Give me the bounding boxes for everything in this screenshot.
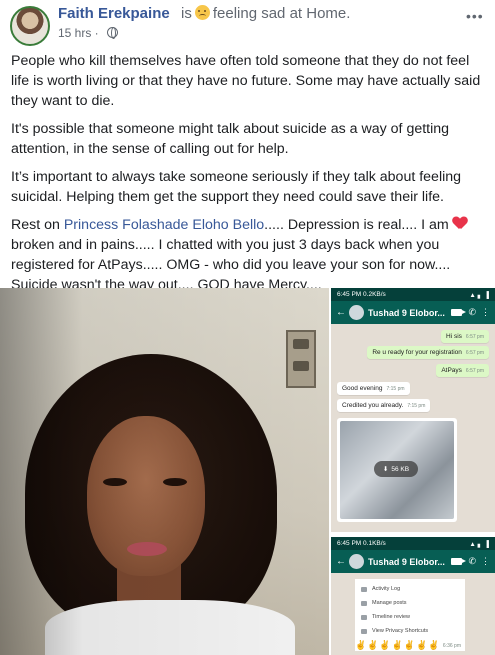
status-bar: 6:45 PM 0.2KB/s ▲ ▖ ▐ [331, 288, 495, 301]
author-name[interactable]: Faith Erekpaine [58, 5, 170, 22]
status-data: 0.2KB/s [363, 291, 386, 298]
chat-message: Credited you already. 7:15 pm [337, 399, 431, 412]
menu-item-icon [361, 628, 367, 634]
feeling-prefix: is [181, 5, 192, 22]
closing-text: Rest on [11, 217, 64, 233]
contact-name: Tushad 9 Elobor... [368, 307, 445, 318]
chat-area: Hi sis 6:57 pm Re u ready for your regist… [331, 324, 495, 532]
chat-screenshot[interactable]: 6:45 PM 0.2KB/s ▲ ▖ ▐ ← Tushad 9 Elobor.… [331, 288, 495, 532]
message-time: 6:36 pm [442, 643, 461, 649]
status-data: 0.1KB/s [363, 540, 386, 547]
download-button: ⬇ 56 KB [374, 461, 418, 477]
photo-shadow [0, 288, 329, 655]
post-photo[interactable] [0, 288, 329, 655]
status-icons: ▲ ▖ ▐ [469, 292, 489, 299]
globe-icon[interactable] [107, 27, 118, 39]
feeling-text: feeling sad at Home. [212, 5, 351, 22]
author-avatar[interactable] [10, 6, 50, 46]
closing-text: broken and in pains..... I chatted with … [11, 237, 451, 293]
emoji-message: ✌✌✌✌✌✌✌ [355, 640, 441, 650]
chat-message: Good evening 7:15 pm [337, 382, 410, 395]
status-bar: 6:45 PM 0.1KB/s ▲ ▖ ▐ [331, 537, 495, 550]
video-call-icon [451, 558, 467, 565]
phone-call-icon: ✆ [468, 556, 476, 566]
menu-item-icon [361, 600, 367, 606]
status-time: 6:45 PM [337, 291, 362, 298]
chat-message: Hi sis 6:57 pm [441, 330, 489, 343]
post-timestamp[interactable]: 15 hrs · [58, 26, 99, 40]
menu-row: Activity Log [361, 582, 459, 596]
blurred-image: ⬇ 56 KB [340, 421, 454, 519]
sad-face-icon [194, 5, 210, 20]
feeling-activity: is feeling sad at Home. [181, 5, 350, 22]
contact-avatar [349, 305, 364, 320]
status-time: 6:45 PM [337, 540, 362, 547]
download-icon: ⬇ [382, 466, 389, 473]
post-body: People who kill themselves have often to… [11, 51, 489, 303]
post-paragraph: People who kill themselves have often to… [11, 53, 481, 109]
status-icons: ▲ ▖ ▐ [469, 541, 489, 548]
post-paragraph: It’s important to always take someone se… [11, 169, 462, 205]
chat-message: Re u ready for your registration 6:57 pm [367, 346, 489, 359]
phone-call-icon: ✆ [468, 307, 476, 317]
chat-screenshot[interactable]: 6:45 PM 0.1KB/s ▲ ▖ ▐ ← Tushad 9 Elobor.… [331, 537, 495, 655]
broken-heart-icon [453, 217, 467, 230]
post-closing: Rest on Princess Folashade Eloho Bello..… [11, 215, 489, 295]
post-paragraph: It's possible that someone might talk ab… [11, 121, 450, 157]
menu-row: Manage posts [361, 596, 459, 610]
chat-message: AtPays 6:57 pm [436, 364, 489, 377]
contact-name: Tushad 9 Elobor... [368, 556, 445, 567]
contact-avatar [349, 554, 364, 569]
menu-dots-icon: ⋮ [481, 307, 490, 317]
menu-item-icon [361, 614, 367, 620]
closing-text: ..... Depression is real.... I am [264, 217, 449, 233]
post-header: Faith Erekpaine is feeling sad at Home. 1… [0, 0, 495, 46]
more-options-icon[interactable]: ••• [466, 8, 484, 24]
chat-app-bar: ← Tushad 9 Elobor... ✆ ⋮ [331, 301, 495, 324]
back-arrow-icon: ← [336, 556, 346, 567]
menu-row: Timeline review [361, 610, 459, 624]
tagged-person-link[interactable]: Princess Folashade Eloho Bello [64, 217, 264, 233]
menu-row: View Privacy Shortcuts [361, 624, 459, 638]
back-arrow-icon: ← [336, 307, 346, 318]
video-call-icon [451, 309, 467, 316]
menu-dots-icon: ⋮ [481, 556, 490, 566]
chat-app-bar: ← Tushad 9 Elobor... ✆ ⋮ [331, 550, 495, 573]
media-message: ⬇ 56 KB [337, 418, 457, 522]
menu-item-icon [361, 586, 367, 592]
